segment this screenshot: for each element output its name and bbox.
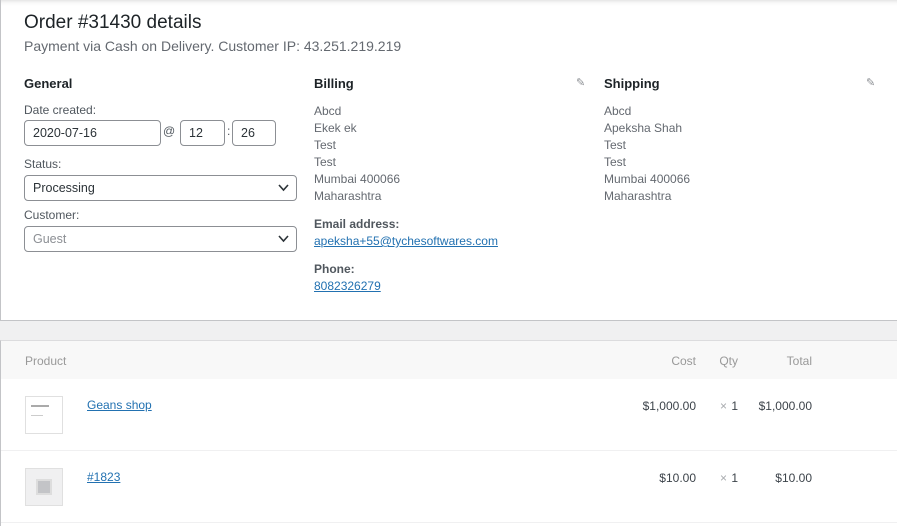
address-line: Ekek ek [314,121,357,135]
column-cost: Cost [671,354,696,368]
date-input[interactable]: 2020-07-16 [24,120,161,146]
shipping-section: Shipping Abcd Apeksha Shah Test Test Mum… [604,76,874,205]
billing-section: Billing Abcd Ekek ek Test Test Mumbai 40… [314,76,584,295]
phone-link[interactable]: 8082326279 [314,279,381,293]
item-cost: $10.00 [659,471,696,485]
status-select[interactable]: Processing [24,175,297,201]
address-line: Apeksha Shah [604,121,683,135]
address-line: Abcd [604,104,632,118]
table-header: Product Cost Qty Total [1,341,897,379]
table-row: #1823 $10.00 × 1 $10.00 [1,451,897,523]
order-items-table: Product Cost Qty Total Geans shop $1,000… [0,340,897,526]
edit-shipping-pencil-icon[interactable]: ✎ [866,76,875,89]
address-line: Abcd [314,104,342,118]
placeholder-image-icon [25,468,63,506]
column-qty: Qty [719,354,738,368]
item-cost: $1,000.00 [642,399,696,413]
product-thumbnail [25,396,63,434]
edit-billing-pencil-icon[interactable]: ✎ [576,76,585,89]
times-sign: × [719,471,727,485]
address-line: Test [604,138,627,152]
email-label: Email address: [314,217,400,231]
item-total: $10.00 [775,471,812,485]
customer-label: Customer: [24,208,80,222]
customer-value: Guest [33,232,67,246]
address-line: Maharashtra [314,189,382,203]
shipping-address: Abcd Apeksha Shah Test Test Mumbai 40006… [604,103,874,205]
at-symbol: @ [163,124,176,138]
shipping-heading: Shipping [604,76,660,91]
address-line: Maharashtra [604,189,672,203]
chevron-down-icon [278,184,289,192]
table-row: Geans shop $1,000.00 × 1 $1,000.00 [1,379,897,451]
column-total: Total [786,354,812,368]
address-line: Mumbai 400066 [604,172,691,186]
status-label: Status: [24,157,62,171]
general-heading: General [24,76,73,91]
times-sign: × [719,399,727,413]
item-qty: 1 [731,471,738,485]
email-link[interactable]: apeksha+55@tychesoftwares.com [314,234,498,248]
status-value: Processing [33,181,95,195]
column-product: Product [25,354,67,368]
address-line: Test [604,155,627,169]
general-section: General Date created: [24,76,299,122]
minute-input[interactable]: 26 [232,120,276,146]
date-label: Date created: [24,103,97,117]
product-link[interactable]: #1823 [87,470,120,484]
address-line: Mumbai 400066 [314,172,401,186]
colon: : [227,124,231,138]
customer-select[interactable]: Guest [24,226,297,252]
chevron-down-icon [278,235,289,243]
item-total: $1,000.00 [758,399,812,413]
order-details-panel: Order #31430 details Payment via Cash on… [0,0,897,321]
phone-label: Phone: [314,262,355,276]
page-title: Order #31430 details [24,12,202,33]
address-line: Test [314,138,337,152]
address-line: Test [314,155,337,169]
hour-input[interactable]: 12 [180,120,225,146]
payment-info: Payment via Cash on Delivery. Customer I… [24,38,402,54]
item-qty: 1 [731,399,738,413]
billing-heading: Billing [314,76,354,91]
billing-address: Abcd Ekek ek Test Test Mumbai 400066 Mah… [314,103,584,295]
product-link[interactable]: Geans shop [87,398,152,412]
